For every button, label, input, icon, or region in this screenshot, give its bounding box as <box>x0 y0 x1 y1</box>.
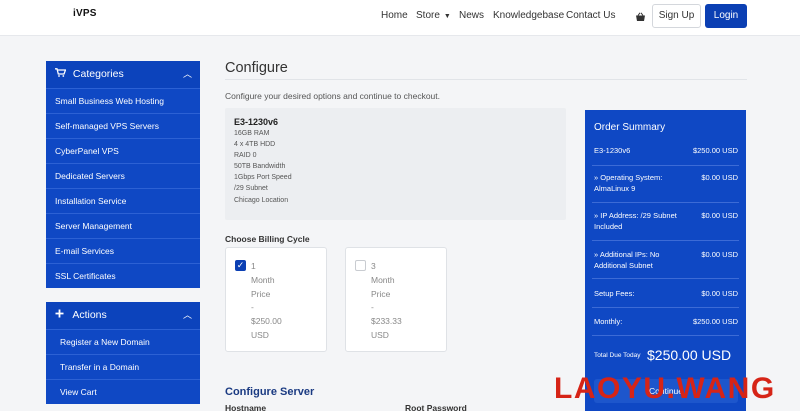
total-due-label: Total Due Today <box>594 352 641 359</box>
category-item[interactable]: Server Management <box>46 213 200 238</box>
billing-unit: Month <box>371 274 395 285</box>
title-divider <box>225 79 747 80</box>
spec-line: 16GB RAM <box>234 130 270 137</box>
billing-unit: Month <box>251 274 275 285</box>
category-item[interactable]: Dedicated Servers <box>46 163 200 188</box>
billing-cycle-title: Choose Billing Cycle <box>225 234 310 244</box>
category-item[interactable]: Installation Service <box>46 188 200 213</box>
summary-row-value: $0.00 USD <box>701 289 738 298</box>
nav-store-label: Store <box>416 10 440 21</box>
chevron-up-icon[interactable]: ︿ <box>183 302 192 329</box>
nav-store[interactable]: Store ▼ <box>416 10 451 21</box>
summary-divider <box>592 278 739 279</box>
order-summary-title: Order Summary <box>594 122 666 133</box>
spec-line: 1Gbps Port Speed <box>234 174 292 182</box>
summary-row-value: $0.00 USD <box>701 173 738 182</box>
summary-row-label: E3-1230v6 <box>594 146 631 155</box>
watermark-text: LAOYU.WANG <box>554 372 776 405</box>
summary-row-value: $250.00 USD <box>692 146 738 155</box>
billing-currency: USD <box>251 329 269 340</box>
billing-amount: $250.00 <box>251 316 282 327</box>
checkbox-checked[interactable]: ✓ <box>235 260 246 271</box>
spec-line: Chicago Location <box>234 196 289 204</box>
spec-line: 50TB Bandwidth <box>234 163 286 171</box>
billing-price-label: Price <box>251 288 271 299</box>
categories-panel: Categories ︿ Small Business Web Hosting … <box>46 61 200 288</box>
summary-row-label: Setup Fees: <box>594 289 635 298</box>
billing-currency: USD <box>371 329 389 340</box>
summary-divider <box>592 307 739 308</box>
summary-row-label: » IP Address: /29 Subnet Included <box>594 211 677 231</box>
billing-option-text: 3 Month Price - $233.33 USD <box>371 260 402 343</box>
categories-title: Categories <box>72 68 124 80</box>
configure-server-title: Configure Server <box>225 386 315 398</box>
basket-icon[interactable] <box>635 9 646 27</box>
page-title: Configure <box>225 60 288 76</box>
action-transfer-domain[interactable]: Transfer in a Domain <box>46 354 200 379</box>
summary-divider <box>592 335 739 336</box>
signup-button[interactable]: Sign Up <box>652 4 701 28</box>
summary-row-label: » Additional IPs: No Additional Subnet <box>594 250 660 270</box>
billing-dash: - <box>371 302 374 313</box>
spec-line: /29 Subnet <box>234 185 268 193</box>
site-logo[interactable]: iVPS <box>73 8 97 19</box>
billing-option-text: 1 Month Price - $250.00 USD <box>251 260 282 343</box>
actions-panel: Actions ︿ Register a New Domain Transfer… <box>46 302 200 404</box>
action-register-domain[interactable]: Register a New Domain <box>46 329 200 354</box>
summary-divider <box>592 202 739 203</box>
checkbox-unchecked[interactable] <box>355 260 366 271</box>
category-item[interactable]: Self-managed VPS Servers <box>46 113 200 138</box>
actions-header[interactable]: Actions ︿ <box>46 302 200 329</box>
billing-months: 3 <box>371 261 376 271</box>
top-navbar: iVPS Home Store ▼ News Knowledgebase Cont… <box>0 0 800 36</box>
product-specs: 16GB RAM 4 x 4TB HDD RAID 0 50TB Bandwid… <box>234 128 292 206</box>
billing-amount: $233.33 <box>371 316 402 327</box>
order-summary-panel: Order Summary E3-1230v6 $250.00 USD » Op… <box>585 110 746 411</box>
actions-title: Actions <box>72 309 107 321</box>
total-due-value: $250.00 USD <box>647 347 732 363</box>
action-view-cart[interactable]: View Cart <box>46 379 200 404</box>
spec-line: 4 x 4TB HDD <box>234 141 276 149</box>
cart-icon-graphic <box>55 68 67 77</box>
nav-knowledgebase[interactable]: Knowledgebase <box>493 10 564 21</box>
nav-home[interactable]: Home <box>381 10 408 21</box>
billing-dash: - <box>251 302 254 313</box>
category-item[interactable]: E-mail Services <box>46 238 200 263</box>
plus-icon-graphic <box>55 309 64 318</box>
hostname-label: Hostname <box>225 403 267 411</box>
login-button[interactable]: Login <box>705 4 747 28</box>
root-password-label: Root Password <box>405 403 467 411</box>
summary-row-value: $0.00 USD <box>701 250 738 259</box>
summary-row-value: $0.00 USD <box>701 211 738 220</box>
categories-header[interactable]: Categories ︿ <box>46 61 200 88</box>
nav-contact[interactable]: Contact Us <box>566 10 615 21</box>
spec-line: RAID 0 <box>234 152 257 160</box>
summary-row-value: $250.00 USD <box>692 317 738 326</box>
billing-price-label: Price <box>371 288 391 299</box>
product-name: E3-1230v6 <box>234 117 279 127</box>
category-item[interactable]: CyberPanel VPS <box>46 138 200 163</box>
nav-news[interactable]: News <box>459 10 484 21</box>
billing-months: 1 <box>251 261 256 271</box>
billing-option-3-month[interactable]: 3 Month Price - $233.33 USD <box>345 247 447 352</box>
chevron-up-icon[interactable]: ︿ <box>183 61 192 88</box>
basket-icon-graphic <box>636 12 645 21</box>
page-subtitle: Configure your desired options and conti… <box>225 91 440 101</box>
cart-icon <box>55 61 67 88</box>
category-item[interactable]: Small Business Web Hosting <box>46 88 200 113</box>
plus-icon <box>55 302 67 329</box>
caret-down-icon: ▼ <box>443 13 451 20</box>
summary-divider <box>592 240 739 241</box>
category-item[interactable]: SSL Certificates <box>46 263 200 288</box>
summary-row-label: Monthly: <box>594 317 623 326</box>
summary-row-label: » Operating System: AlmaLinux 9 <box>594 173 663 193</box>
billing-option-1-month[interactable]: ✓ 1 Month Price - $250.00 USD <box>225 247 327 352</box>
summary-divider <box>592 165 739 166</box>
